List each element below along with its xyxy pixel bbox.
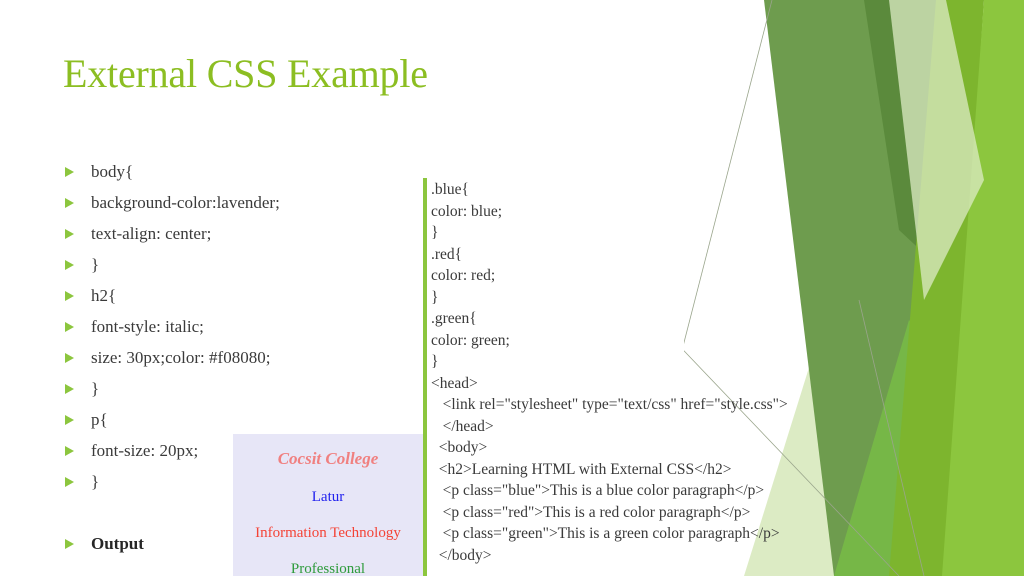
code-block: .blue{ color: blue; } .red{ color: red; … [431, 179, 831, 566]
output-department-name: Information Technology [255, 525, 401, 541]
list-item: text-align: center; [63, 218, 413, 249]
list-item: p{ [63, 404, 413, 435]
triangle-right-icon [65, 415, 74, 425]
code-line: .blue{ [431, 181, 470, 198]
list-item: body{ [63, 156, 413, 187]
output-city-name: Latur [311, 489, 345, 505]
deco-shape-mid-green [834, 320, 984, 576]
list-item-label: size: 30px;color: #f08080; [91, 348, 271, 367]
list-item-label: background-color:lavender; [91, 193, 280, 212]
list-item-label: text-align: center; [91, 224, 212, 243]
triangle-right-icon [65, 229, 74, 239]
list-item-label: } [91, 472, 100, 491]
code-line: </head> [431, 417, 494, 435]
list-item-label: h2{ [91, 286, 117, 305]
code-line: color: green; [431, 331, 510, 349]
code-line: <head> [431, 374, 478, 392]
triangle-right-icon [65, 477, 74, 487]
code-accent-bar [423, 178, 427, 576]
slide-canvas: External CSS Example body{ background-co… [0, 0, 1024, 576]
list-item-label: font-size: 20px; [91, 441, 199, 460]
triangle-right-icon [65, 539, 74, 549]
triangle-right-icon [65, 353, 74, 363]
deco-shape-dark-olive [864, 0, 974, 300]
code-line: } [431, 353, 439, 370]
output-college-name: Cocsit College [277, 449, 379, 468]
deco-hairline-diagonal-3 [858, 299, 925, 576]
code-line: color: blue; [431, 202, 503, 220]
list-item-label: } [91, 255, 100, 274]
triangle-right-icon [65, 291, 74, 301]
list-item-label: Output [91, 534, 144, 553]
code-line: <body> [431, 439, 488, 456]
list-item: } [63, 373, 413, 404]
code-line: <link rel="stylesheet" type="text/css" h… [431, 396, 788, 413]
list-item: } [63, 249, 413, 280]
code-line: <p class="blue">This is a blue color par… [431, 482, 765, 499]
triangle-right-icon [65, 384, 74, 394]
deco-shape-pale-overlay [889, 0, 984, 300]
triangle-right-icon [65, 322, 74, 332]
list-item: font-style: italic; [63, 311, 413, 342]
list-item-label: p{ [91, 410, 108, 429]
triangle-right-icon [65, 446, 74, 456]
code-line: </body> [431, 546, 492, 564]
triangle-right-icon [65, 198, 74, 208]
list-item: h2{ [63, 280, 413, 311]
code-line: <h2>Learning HTML with External CSS</h2> [431, 460, 732, 478]
list-item-label: body{ [91, 162, 134, 181]
code-line: } [431, 224, 439, 241]
deco-shape-light-bright [942, 0, 1024, 576]
page-title: External CSS Example [63, 51, 428, 96]
triangle-right-icon [65, 167, 74, 177]
list-item-label: font-style: italic; [91, 317, 204, 336]
code-line: <p class="red">This is a red color parag… [431, 503, 751, 521]
code-line: } [431, 288, 439, 306]
triangle-right-icon [65, 260, 74, 270]
output-preview-box: Cocsit College Latur Information Technol… [233, 434, 423, 576]
list-item-label: } [91, 379, 100, 398]
list-item: background-color:lavender; [63, 187, 413, 218]
code-line: color: red; [431, 267, 496, 284]
code-line: .green{ [431, 310, 477, 327]
output-professional-label: Professional [290, 561, 366, 576]
list-item: size: 30px;color: #f08080; [63, 342, 413, 373]
deco-shape-bright [889, 0, 984, 576]
code-line: .red{ [431, 245, 463, 263]
code-line: <p class="green">This is a green color p… [431, 525, 780, 542]
